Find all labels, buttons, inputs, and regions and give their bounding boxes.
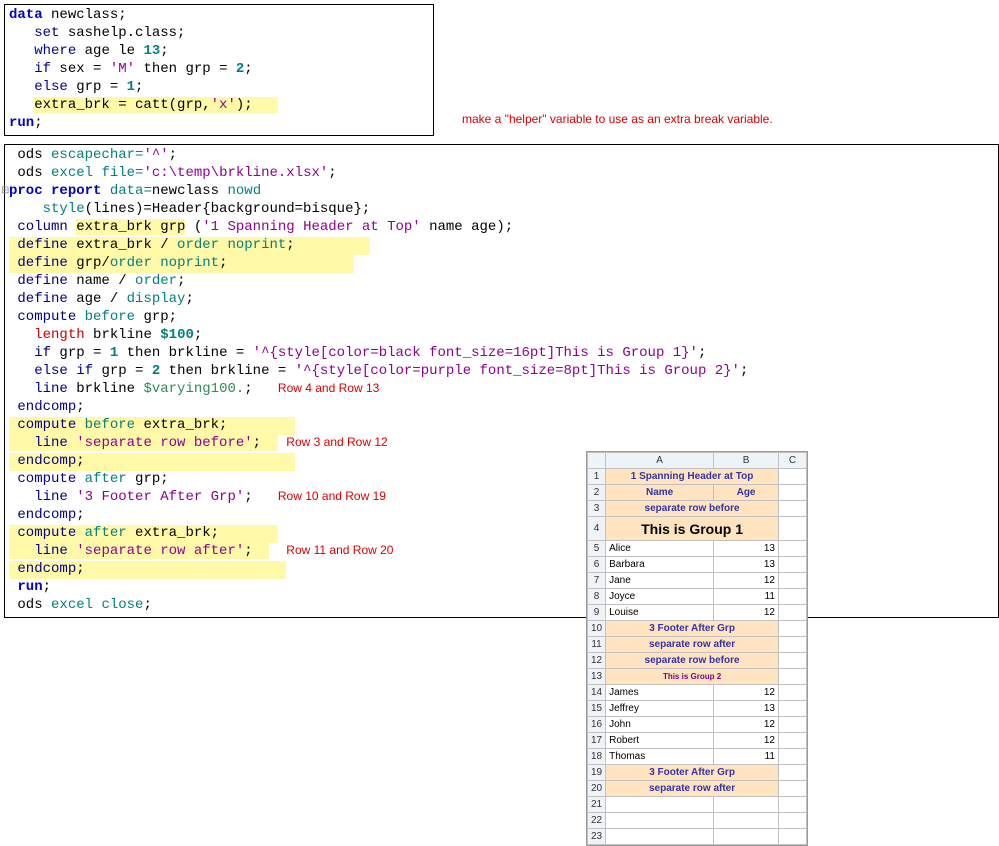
data-name: Thomas xyxy=(606,749,714,765)
excel-row-header[interactable]: 7 xyxy=(588,573,606,589)
code-line: extra_brk = catt(grp,'x'); xyxy=(9,97,429,115)
data-age: 13 xyxy=(714,701,779,717)
code-line: line brkline $varying100.; Row 4 and Row… xyxy=(9,381,994,399)
data-name: Alice xyxy=(606,541,714,557)
excel-row-header[interactable]: 2 xyxy=(588,485,606,501)
separate-row-after: separate row after xyxy=(606,637,779,653)
data-age: 13 xyxy=(714,541,779,557)
data-age: 12 xyxy=(714,717,779,733)
code-line: line '3 Footer After Grp'; Row 10 and Ro… xyxy=(9,489,994,507)
code-line: define extra_brk / order noprint; xyxy=(9,237,370,255)
code-line: length brkline $100; xyxy=(9,327,994,345)
code-line: set sashelp.class; xyxy=(9,25,429,43)
data-age: 11 xyxy=(714,749,779,765)
code-line: ods escapechar='^'; xyxy=(9,147,994,165)
excel-preview: ABC 11 Spanning Header at Top 2NameAge 3… xyxy=(586,451,808,846)
excel-col-header[interactable]: C xyxy=(779,453,807,469)
excel-row-header[interactable]: 6 xyxy=(588,557,606,573)
excel-row-header[interactable]: 21 xyxy=(588,797,606,813)
code-line: ods excel close; xyxy=(9,597,994,615)
data-age: 11 xyxy=(714,589,779,605)
excel-row-header[interactable]: 4 xyxy=(588,517,606,541)
excel-row-header[interactable]: 16 xyxy=(588,717,606,733)
code-line: endcomp; xyxy=(9,507,994,525)
annotation-row-11-20: Row 11 and Row 20 xyxy=(286,543,393,557)
excel-row-header[interactable]: 17 xyxy=(588,733,606,749)
footer-after-grp: 3 Footer After Grp xyxy=(606,621,779,637)
data-age: 12 xyxy=(714,573,779,589)
excel-row-header[interactable]: 12 xyxy=(588,653,606,669)
data-age: 12 xyxy=(714,733,779,749)
data-name: Jeffrey xyxy=(606,701,714,717)
excel-row-header[interactable]: 22 xyxy=(588,813,606,829)
data-age: 12 xyxy=(714,605,779,621)
excel-row-header[interactable]: 3 xyxy=(588,501,606,517)
code-line: else if grp = 2 then brkline = '^{style[… xyxy=(9,363,994,381)
code-block-1: data newclass; set sashelp.class; where … xyxy=(4,4,434,136)
code-line: define grp/order noprint; xyxy=(9,255,354,273)
excel-row-header[interactable]: 23 xyxy=(588,829,606,845)
data-age: 12 xyxy=(714,685,779,701)
excel-row-header[interactable]: 1 xyxy=(588,469,606,485)
header-age: Age xyxy=(714,485,779,501)
fold-toggle-icon[interactable]: ⊟ xyxy=(1,185,11,195)
spanning-header: 1 Spanning Header at Top xyxy=(606,469,779,485)
annotation-helper-var: make a "helper" variable to use as an ex… xyxy=(462,112,773,126)
annotation-row-4-13: Row 4 and Row 13 xyxy=(278,381,379,395)
annotation-row-10-19: Row 10 and Row 19 xyxy=(278,489,386,503)
excel-row-header[interactable]: 8 xyxy=(588,589,606,605)
data-name: Barbara xyxy=(606,557,714,573)
code-line: line 'separate row before'; Row 3 and Ro… xyxy=(9,435,388,453)
separate-row-before: separate row before xyxy=(606,501,779,517)
code-line: if sex = 'M' then grp = 2; xyxy=(9,61,429,79)
code-line: else grp = 1; xyxy=(9,79,429,97)
excel-row-header[interactable]: 11 xyxy=(588,637,606,653)
code-line: ods excel file='c:\temp\brkline.xlsx'; xyxy=(9,165,994,183)
code-line: endcomp; xyxy=(9,399,994,417)
group-2-header: This is Group 2 xyxy=(606,669,779,685)
excel-row-header[interactable]: 5 xyxy=(588,541,606,557)
data-name: James xyxy=(606,685,714,701)
excel-col-header[interactable]: B xyxy=(714,453,779,469)
code-line: data newclass; xyxy=(9,7,429,25)
annotation-row-3-12: Row 3 and Row 12 xyxy=(286,435,387,449)
excel-row-header[interactable]: 18 xyxy=(588,749,606,765)
code-line: style(lines)=Header{background=bisque}; xyxy=(9,201,994,219)
code-line: compute before grp; xyxy=(9,309,994,327)
footer-after-grp: 3 Footer After Grp xyxy=(606,765,779,781)
code-line: endcomp; xyxy=(9,453,295,471)
code-line: endcomp; xyxy=(9,561,286,579)
code-line: column extra_brk grp ('1 Spanning Header… xyxy=(9,219,994,237)
code-line: run; xyxy=(9,579,994,597)
data-name: Jane xyxy=(606,573,714,589)
code-line: define name / order; xyxy=(9,273,994,291)
excel-row-header[interactable]: 15 xyxy=(588,701,606,717)
code-line: compute after grp; xyxy=(9,471,994,489)
code-line: run; xyxy=(9,115,429,133)
excel-row-header[interactable]: 19 xyxy=(588,765,606,781)
code-block-2: ods escapechar='^'; ods excel file='c:\t… xyxy=(4,144,999,618)
data-name: Louise xyxy=(606,605,714,621)
excel-row-header[interactable]: 13 xyxy=(588,669,606,685)
code-line: if grp = 1 then brkline = '^{style[color… xyxy=(9,345,994,363)
data-name: Robert xyxy=(606,733,714,749)
code-line: where age le 13; xyxy=(9,43,429,61)
separate-row-before: separate row before xyxy=(606,653,779,669)
code-line: compute after extra_brk; xyxy=(9,525,278,543)
excel-row-header[interactable]: 9 xyxy=(588,605,606,621)
data-name: Joyce xyxy=(606,589,714,605)
excel-row-header[interactable]: 10 xyxy=(588,621,606,637)
code-line: define age / display; xyxy=(9,291,994,309)
excel-row-header[interactable]: 20 xyxy=(588,781,606,797)
data-name: John xyxy=(606,717,714,733)
data-age: 13 xyxy=(714,557,779,573)
separate-row-after: separate row after xyxy=(606,781,779,797)
code-line: ⊟proc report data=newclass nowd xyxy=(9,183,994,201)
code-line: compute before extra_brk; xyxy=(9,417,295,435)
excel-col-header[interactable]: A xyxy=(606,453,714,469)
group-1-header: This is Group 1 xyxy=(606,517,779,541)
code-line: line 'separate row after'; Row 11 and Ro… xyxy=(9,543,393,561)
excel-row-header[interactable]: 14 xyxy=(588,685,606,701)
header-name: Name xyxy=(606,485,714,501)
